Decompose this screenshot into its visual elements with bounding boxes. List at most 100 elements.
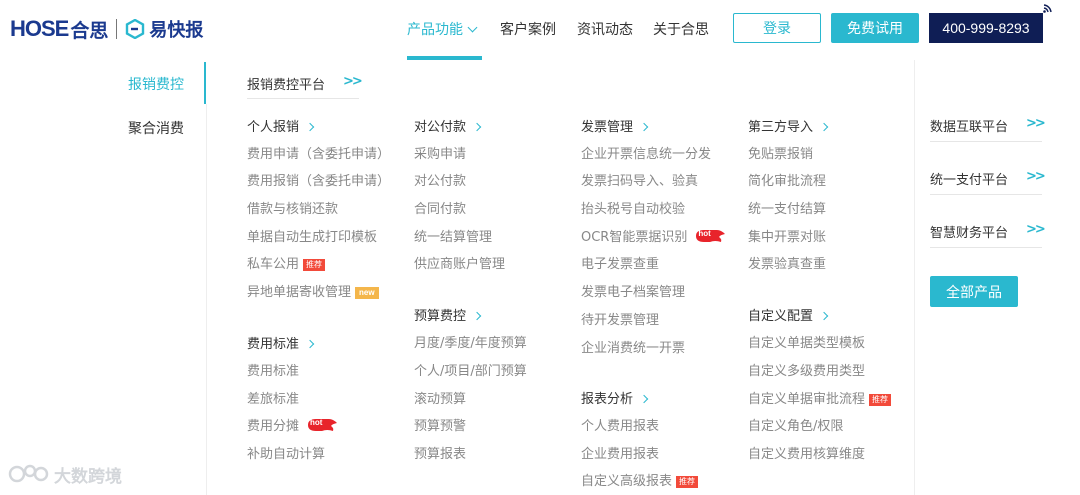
- menu-link[interactable]: 合同付款: [414, 198, 466, 217]
- menu-link[interactable]: 集中开票对账: [748, 226, 826, 245]
- data-interconnect-platform-link[interactable]: 数据互联平台: [930, 116, 1008, 135]
- recommend-badge: 推荐: [869, 394, 892, 406]
- right-link-underline: [930, 247, 1042, 248]
- chevron-right-icon: [819, 122, 829, 132]
- hot-badge: hot: [307, 418, 338, 432]
- menu-link[interactable]: 采购申请: [414, 143, 466, 162]
- login-button[interactable]: 登录: [733, 13, 821, 43]
- logo-hose-cn: 合思: [70, 19, 109, 42]
- chevron-right-icon: [472, 122, 482, 132]
- section-title-label: 发票管理: [581, 120, 634, 135]
- menu-link[interactable]: 对公付款: [414, 170, 466, 189]
- watermark: 大数跨境: [8, 460, 122, 488]
- double-chevron-right-icon[interactable]: >>: [343, 74, 363, 89]
- section-expense-standards[interactable]: 费用标准: [247, 333, 315, 352]
- unified-payment-platform-link[interactable]: 统一支付平台: [930, 169, 1008, 188]
- left-menu-divider: [206, 104, 207, 495]
- menu-link-label: OCR智能票据识别: [581, 230, 688, 245]
- all-products-button[interactable]: 全部产品: [930, 276, 1018, 307]
- double-chevron-right-icon[interactable]: >>: [1026, 222, 1046, 237]
- menu-link[interactable]: 统一支付结算: [748, 198, 826, 217]
- site-header: HOSE 合思 易快报 产品功能 客户案例 资讯动态 关于合思 登录 免费试用 …: [0, 0, 1080, 60]
- logo-ykb-cn: 易快报: [149, 20, 204, 41]
- chevron-right-icon: [305, 122, 315, 132]
- section-title-label: 费用标准: [247, 337, 300, 352]
- menu-link[interactable]: 电子发票查重: [581, 253, 659, 272]
- menu-link-ocr[interactable]: OCR智能票据识别 hot: [581, 226, 726, 245]
- double-chevron-right-icon[interactable]: >>: [1026, 116, 1046, 131]
- menu-link[interactable]: 借款与核销还款: [247, 198, 338, 217]
- section-invoice-management[interactable]: 发票管理: [581, 116, 649, 135]
- section-corporate-payment[interactable]: 对公付款: [414, 116, 482, 135]
- menu-link-custom-report[interactable]: 自定义高级报表 推荐: [581, 470, 699, 489]
- nav-about[interactable]: 关于合思: [653, 19, 709, 39]
- section-title-label: 自定义配置: [748, 309, 814, 324]
- menu-link-label: 私车公用: [247, 257, 300, 272]
- menu-link[interactable]: 自定义单据类型模板: [748, 332, 865, 351]
- section-third-party-import[interactable]: 第三方导入: [748, 116, 829, 135]
- menu-link[interactable]: 企业开票信息统一分发: [581, 143, 711, 162]
- section-title-label: 个人报销: [247, 120, 300, 135]
- menu-link[interactable]: 单据自动生成打印模板: [247, 226, 377, 245]
- brand-logo[interactable]: HOSE 合思 易快报: [10, 14, 203, 44]
- menu-link[interactable]: 企业消费统一开票: [581, 337, 685, 356]
- menu-link-cost-allocation[interactable]: 费用分摊 hot: [247, 415, 338, 434]
- menu-link[interactable]: 滚动预算: [414, 388, 466, 407]
- recommend-badge: 推荐: [303, 259, 326, 271]
- menu-link[interactable]: 自定义多级费用类型: [748, 360, 865, 379]
- menu-link[interactable]: 抬头税号自动校验: [581, 198, 685, 217]
- nav-active-underline: [407, 56, 482, 60]
- menu-link[interactable]: 待开发票管理: [581, 309, 659, 328]
- right-link-underline: [930, 141, 1042, 142]
- menu-link[interactable]: 费用申请（含委托申请）: [247, 143, 390, 162]
- section-custom-config[interactable]: 自定义配置: [748, 305, 829, 324]
- menu-link[interactable]: 月度/季度/年度预算: [414, 332, 527, 351]
- menu-link[interactable]: 简化审批流程: [748, 170, 826, 189]
- nav-cases[interactable]: 客户案例: [500, 19, 556, 39]
- right-link-underline: [930, 194, 1042, 195]
- menu-link[interactable]: 自定义费用核算维度: [748, 443, 865, 462]
- section-report-analysis[interactable]: 报表分析: [581, 388, 649, 407]
- menu-link[interactable]: 预算预警: [414, 415, 466, 434]
- left-menu-aggregated-consumption[interactable]: 聚合消费: [128, 118, 184, 138]
- nav-products-label: 产品功能: [407, 22, 463, 38]
- chevron-right-icon: [819, 311, 829, 321]
- menu-link[interactable]: 预算报表: [414, 443, 466, 462]
- free-trial-button[interactable]: 免费试用: [831, 13, 919, 43]
- menu-link-private-car[interactable]: 私车公用 推荐: [247, 253, 326, 272]
- nav-news[interactable]: 资讯动态: [577, 19, 633, 39]
- menu-link[interactable]: 供应商账户管理: [414, 253, 505, 272]
- watermark-logo-icon: [8, 464, 49, 483]
- watermark-text: 大数跨境: [54, 466, 122, 487]
- section-personal-reimbursement[interactable]: 个人报销: [247, 116, 315, 135]
- double-chevron-right-icon[interactable]: >>: [1026, 169, 1046, 184]
- section-budget-control[interactable]: 预算费控: [414, 305, 482, 324]
- left-menu-expense-control[interactable]: 报销费控: [128, 74, 184, 94]
- new-badge: new: [355, 287, 379, 299]
- menu-link-remote-documents[interactable]: 异地单据寄收管理 new: [247, 281, 379, 300]
- menu-link[interactable]: 费用标准: [247, 360, 299, 379]
- menu-link[interactable]: 补助自动计算: [247, 443, 325, 462]
- menu-link[interactable]: 发票电子档案管理: [581, 281, 685, 300]
- menu-link[interactable]: 差旅标准: [247, 388, 299, 407]
- menu-link[interactable]: 自定义角色/权限: [748, 415, 843, 434]
- menu-link-label: 自定义单据审批流程: [748, 392, 866, 407]
- smart-finance-platform-link[interactable]: 智慧财务平台: [930, 222, 1008, 241]
- menu-link[interactable]: 发票验真查重: [748, 253, 826, 272]
- menu-link[interactable]: 免贴票报销: [748, 143, 813, 162]
- menu-link-custom-approval[interactable]: 自定义单据审批流程 推荐: [748, 388, 892, 407]
- platform-title[interactable]: 报销费控平台: [247, 74, 325, 93]
- section-title-label: 报表分析: [581, 392, 634, 407]
- menu-link[interactable]: 个人费用报表: [581, 415, 659, 434]
- menu-link[interactable]: 发票扫码导入、验真: [581, 170, 698, 189]
- phone-button[interactable]: 400-999-8293: [929, 13, 1043, 43]
- menu-link[interactable]: 统一结算管理: [414, 226, 492, 245]
- section-title-label: 预算费控: [414, 309, 467, 324]
- menu-link-label: 异地单据寄收管理: [247, 285, 352, 300]
- chevron-right-icon: [472, 311, 482, 321]
- menu-link[interactable]: 企业费用报表: [581, 443, 659, 462]
- nav-products[interactable]: 产品功能: [407, 19, 478, 39]
- menu-link[interactable]: 个人/项目/部门预算: [414, 360, 527, 379]
- menu-link-label: 自定义高级报表: [581, 474, 673, 489]
- menu-link[interactable]: 费用报销（含委托申请）: [247, 170, 390, 189]
